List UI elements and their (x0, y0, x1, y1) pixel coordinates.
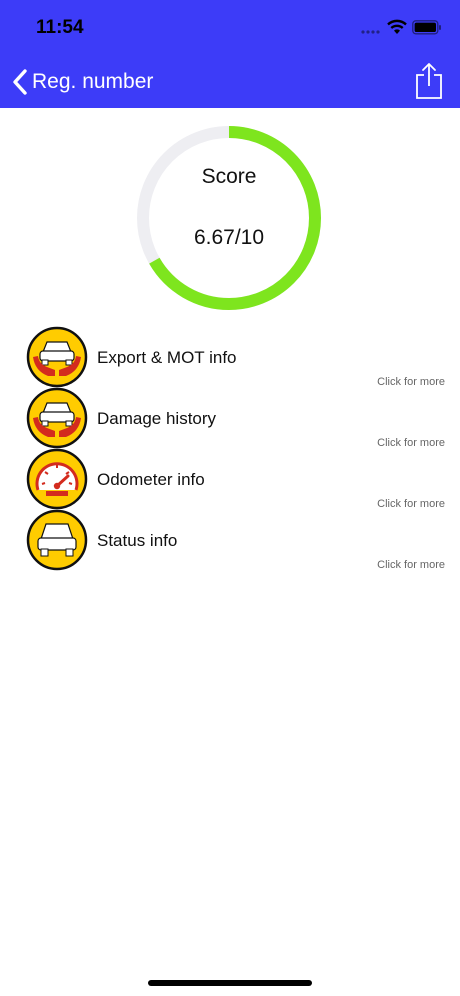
share-icon[interactable] (414, 62, 444, 100)
cellular-signal-icon (361, 30, 380, 34)
battery-icon (412, 20, 441, 35)
info-list: Export & MOT info Click for more Damage … (0, 326, 460, 571)
home-indicator (148, 980, 312, 986)
back-button[interactable]: Reg. number (10, 66, 153, 98)
list-item-export-mot[interactable]: Export & MOT info Click for more (0, 326, 460, 388)
list-item-label: Damage history (97, 409, 217, 428)
speedometer-icon (26, 448, 88, 510)
car-hands-icon (26, 387, 88, 449)
wifi-icon (387, 19, 407, 34)
list-item-status[interactable]: Status info Click for more (0, 509, 460, 571)
car-hands-icon (26, 326, 88, 388)
back-button-label: Reg. number (32, 70, 154, 93)
score-value: 6.67/10 (193, 226, 265, 249)
list-item-odometer[interactable]: Odometer info Click for more (0, 448, 460, 510)
car-icon (26, 509, 88, 571)
score-label: Score (201, 165, 257, 188)
list-item-label: Export & MOT info (97, 348, 237, 367)
list-item-damage-history[interactable]: Damage history Click for more (0, 387, 460, 449)
score-gauge (137, 126, 321, 310)
nav-bar: 11:54 Reg. number (0, 0, 460, 108)
click-for-more-link[interactable]: Click for more (377, 559, 445, 571)
chevron-left-icon (13, 69, 27, 95)
list-item-label: Odometer info (97, 470, 205, 489)
list-item-label: Status info (97, 531, 178, 550)
status-time: 11:54 (36, 17, 84, 38)
